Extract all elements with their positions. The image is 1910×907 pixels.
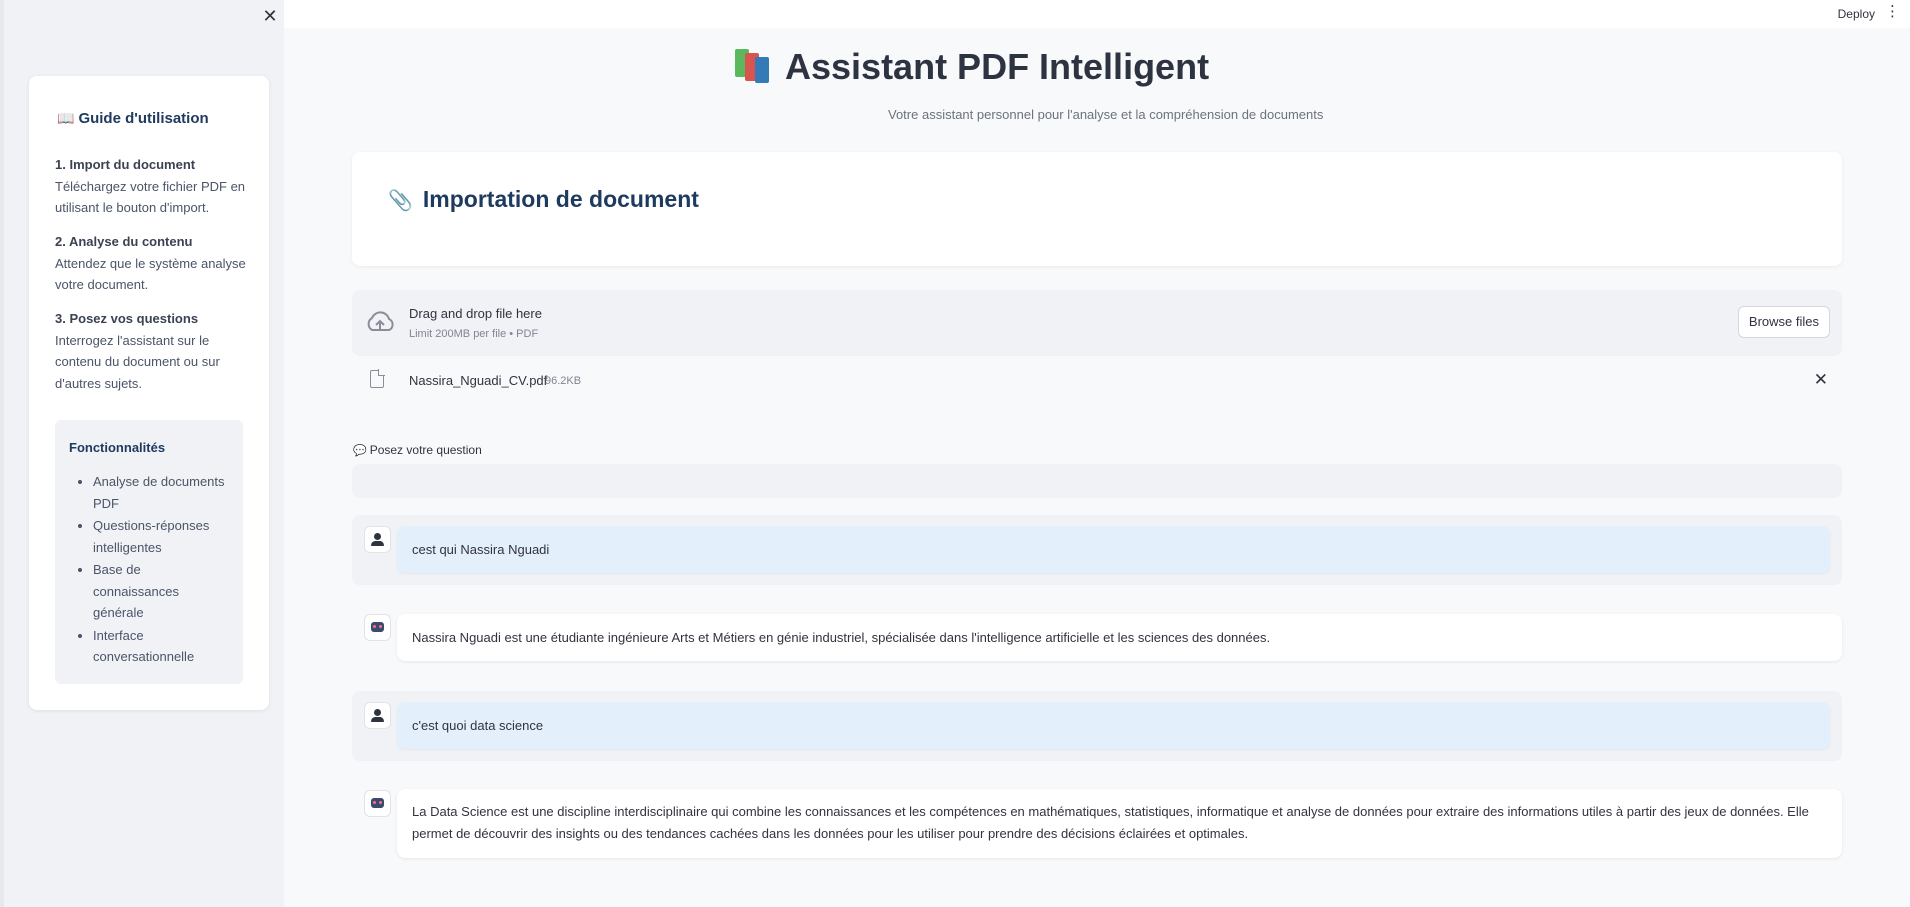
dropzone-limit: Limit 200MB per file • PDF — [409, 328, 539, 340]
books-icon — [735, 47, 775, 83]
step-heading: 3. Posez vos questions — [55, 311, 199, 326]
kebab-menu-icon[interactable]: ⋮ — [1885, 4, 1900, 20]
deploy-button[interactable]: Deploy — [1838, 7, 1875, 21]
guide-title: 📖 Guide d'utilisation — [57, 110, 209, 127]
browse-files-button[interactable]: Browse files — [1737, 306, 1830, 338]
close-icon[interactable]: ✕ — [260, 6, 280, 26]
features-list: Analyse de documents PDF Questions-répon… — [69, 471, 229, 668]
features-title: Fonctionnalités — [69, 440, 166, 455]
chat-message-assistant: Nassira Nguadi est une étudiante ingénie… — [352, 603, 1842, 673]
guide-step-analyse: 2. Analyse du contenu Attendez que le sy… — [55, 231, 250, 296]
file-size: 96.2KB — [545, 375, 582, 387]
step-text: Interrogez l'assistant sur le contenu du… — [55, 332, 220, 391]
sidebar: ✕ 📖 Guide d'utilisation 1. Import du docu… — [0, 0, 284, 907]
file-icon — [370, 369, 385, 388]
list-item: Analyse de documents PDF — [93, 471, 229, 514]
user-avatar-icon — [365, 703, 390, 728]
file-dropzone[interactable]: Drag and drop file here Limit 200MB per … — [352, 290, 1842, 356]
chat-message-user: c'est quoi data science — [352, 691, 1842, 761]
chat-message-text: La Data Science est une discipline inter… — [397, 789, 1842, 858]
chat-message-assistant: La Data Science est une discipline inter… — [352, 779, 1842, 869]
guide-card: 📖 Guide d'utilisation 1. Import du docume… — [29, 76, 269, 710]
dropzone-label: Drag and drop file here — [409, 306, 542, 321]
question-label: 💬 Posez votre question — [353, 443, 482, 457]
page-title: Assistant PDF Intelligent — [735, 46, 1209, 88]
speech-bubble-icon: 💬 — [353, 445, 367, 457]
bot-avatar-icon — [365, 791, 390, 816]
user-avatar-icon — [365, 527, 390, 552]
list-item: Interface conversationnelle — [93, 625, 229, 668]
import-title: 📎 Importation de document — [388, 186, 699, 212]
top-bar: Deploy ⋮ — [284, 0, 1910, 28]
chat-message-text: c'est quoi data science — [397, 702, 1830, 749]
bot-avatar-icon — [365, 615, 390, 640]
question-input[interactable] — [352, 464, 1842, 498]
step-text: Téléchargez votre fichier PDF en utilisa… — [55, 178, 246, 216]
features-box: Fonctionnalités Analyse de documents PDF… — [55, 420, 243, 684]
guide-step-questions: 3. Posez vos questions Interrogez l'assi… — [55, 308, 250, 394]
chat-message-user: cest qui Nassira Nguadi — [352, 515, 1842, 585]
page-subtitle: Votre assistant personnel pour l'analyse… — [888, 107, 1324, 122]
list-item: Base de connaissances générale — [93, 559, 229, 624]
paperclip-icon: 📎 — [388, 190, 413, 212]
step-heading: 1. Import du document — [55, 157, 196, 172]
file-name: Nassira_Nguadi_CV.pdf — [409, 373, 548, 388]
step-text: Attendez que le système analyse votre do… — [55, 255, 246, 293]
uploaded-file: Nassira_Nguadi_CV.pdf 96.2KB ✕ — [352, 366, 1842, 396]
guide-step-import: 1. Import du document Téléchargez votre … — [55, 154, 250, 219]
book-icon: 📖 — [57, 110, 75, 126]
step-heading: 2. Analyse du contenu — [55, 234, 193, 249]
cloud-upload-icon — [367, 311, 394, 331]
chat-message-text: cest qui Nassira Nguadi — [397, 526, 1830, 573]
list-item: Questions-réponses intelligentes — [93, 515, 229, 558]
remove-file-icon[interactable]: ✕ — [1814, 370, 1828, 390]
import-section: 📎 Importation de document — [352, 152, 1842, 266]
chat-message-text: Nassira Nguadi est une étudiante ingénie… — [397, 614, 1842, 661]
